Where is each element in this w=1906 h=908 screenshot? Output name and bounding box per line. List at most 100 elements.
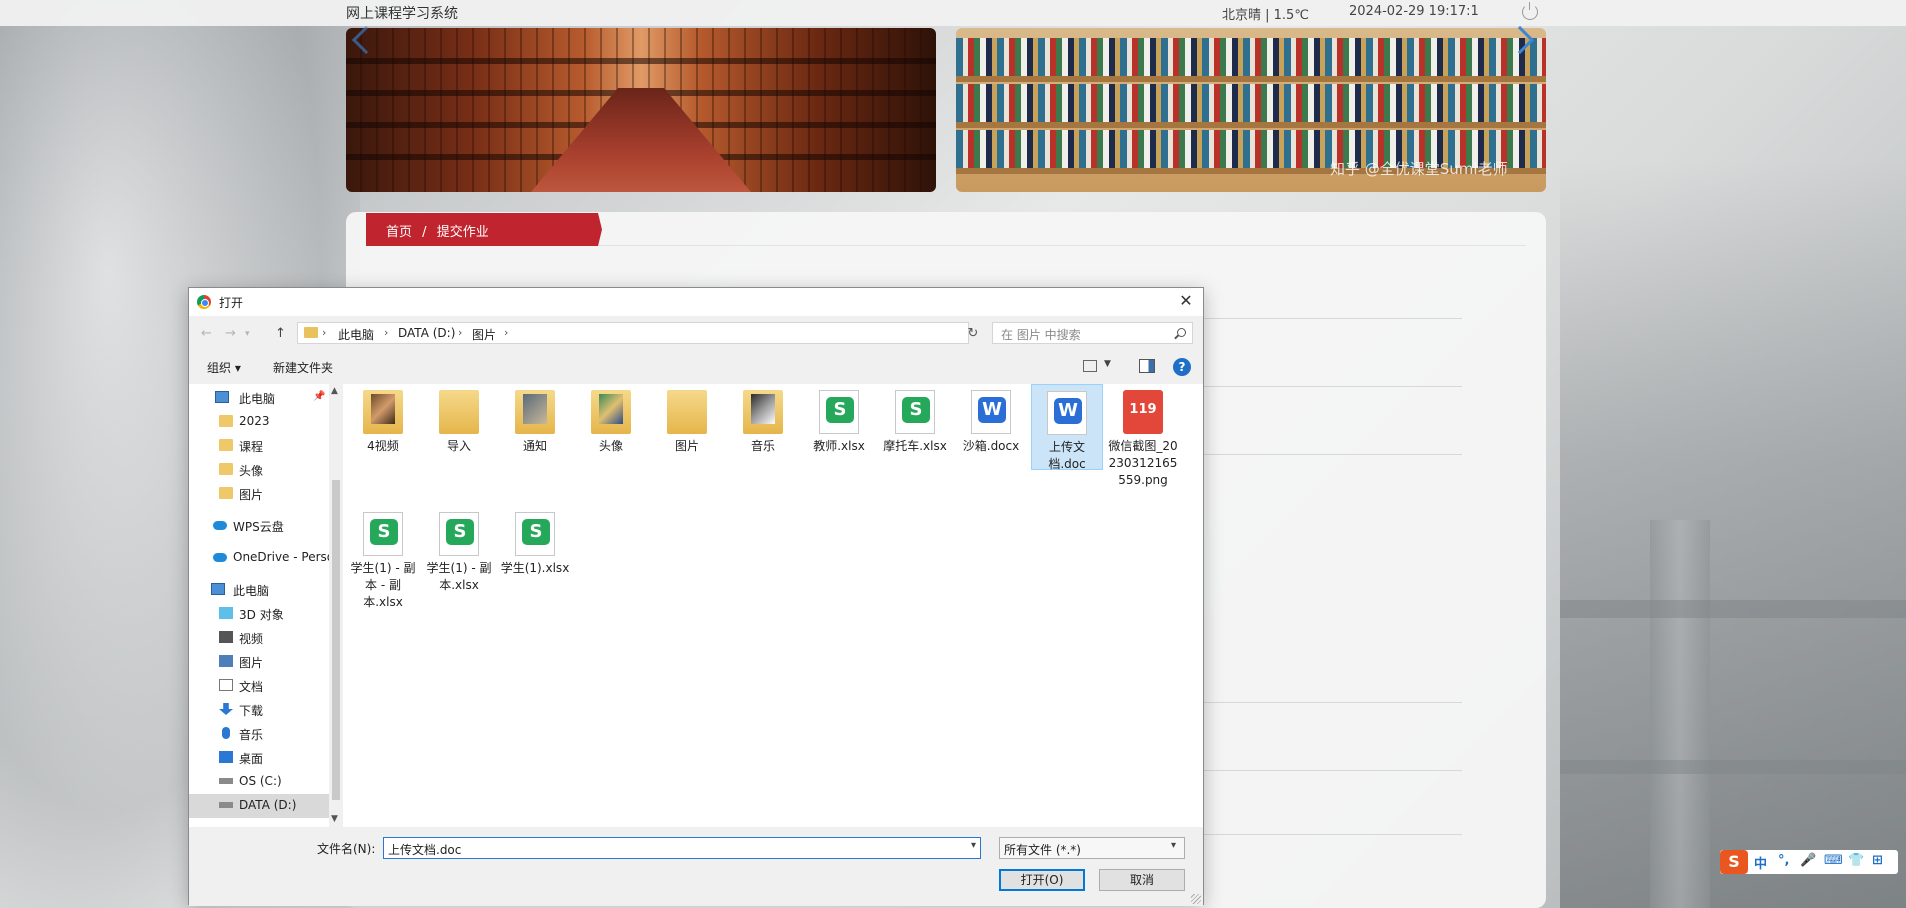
word-document-icon: W [971, 390, 1011, 434]
up-arrow-icon[interactable]: ↑ [275, 326, 286, 341]
sidebar-item-courses[interactable]: 课程 [189, 434, 329, 458]
sidebar-item-documents[interactable]: 文档 [189, 674, 329, 698]
sidebar-item-3d-objects[interactable]: 3D 对象 [189, 602, 329, 626]
form-divider [1200, 702, 1462, 703]
sidebar-item-label: 3D 对象 [239, 608, 284, 622]
chevron-right-icon[interactable]: › [384, 326, 388, 339]
sidebar-item-label: OS (C:) [239, 774, 282, 788]
power-icon[interactable] [1522, 2, 1538, 20]
skin-icon[interactable]: 👕 [1848, 853, 1864, 868]
file-item-document[interactable]: W 沙箱.docx [955, 384, 1027, 455]
file-item-folder[interactable]: 图片 [651, 384, 723, 455]
file-item-image[interactable]: 119 微信截图_20230312165559.png [1107, 384, 1179, 489]
folder-icon [743, 390, 783, 434]
file-item-spreadsheet[interactable]: S 学生(1).xlsx [499, 506, 571, 577]
breadcrumb-home[interactable]: 首页 [386, 225, 412, 240]
file-type-select[interactable]: 所有文件 (*.*) [999, 837, 1185, 859]
scrollbar-thumb[interactable] [332, 480, 340, 800]
resize-grip[interactable] [1191, 894, 1201, 904]
scroll-down-icon[interactable]: ▼ [331, 814, 338, 824]
search-icon[interactable] [1177, 328, 1186, 337]
toolbox-icon[interactable]: ⊞ [1872, 853, 1883, 868]
sidebar-item-os-c[interactable]: OS (C:) [189, 770, 329, 794]
spreadsheet-icon: S [363, 512, 403, 556]
file-list: 4视频 导入 通知 头像 图片 音乐 S 教师.xlsx S 摩托车.xlsx [343, 384, 1203, 827]
file-item-spreadsheet[interactable]: S 学生(1) - 副本 - 副本.xlsx [347, 506, 419, 611]
organize-button[interactable]: 组织 ▾ [207, 359, 241, 376]
sidebar-item-onedrive[interactable]: OneDrive - Perso [189, 546, 334, 570]
address-bar[interactable]: › 此电脑 › DATA (D:) › 图片 › ▾ [297, 322, 1055, 344]
file-item-folder[interactable]: 通知 [499, 384, 571, 455]
address-segment[interactable]: DATA (D:) [398, 326, 455, 340]
sidebar-item-downloads[interactable]: 下载 [189, 698, 329, 722]
recent-dropdown-icon[interactable]: ▾ [245, 329, 250, 339]
help-icon[interactable]: ? [1173, 358, 1191, 376]
file-item-spreadsheet[interactable]: S 教师.xlsx [803, 384, 875, 455]
sidebar-item-label: 此电脑 [239, 392, 276, 406]
cancel-button[interactable]: 取消 [1099, 869, 1185, 891]
microphone-icon[interactable]: 🎤 [1800, 853, 1816, 868]
file-type-dropdown-icon[interactable]: ▾ [1171, 840, 1176, 851]
file-item-folder[interactable]: 导入 [423, 384, 495, 455]
sidebar-item-pictures[interactable]: 图片 [189, 650, 329, 674]
file-item-document-selected[interactable]: W 上传文档.doc [1031, 384, 1103, 471]
close-icon[interactable]: ✕ [1177, 292, 1195, 310]
ime-language-toggle[interactable]: 中 [1754, 853, 1767, 872]
sogou-logo-icon[interactable]: S [1720, 850, 1748, 874]
chrome-icon [197, 295, 211, 309]
sidebar-item-wps-cloud[interactable]: WPS云盘 [189, 514, 329, 538]
background-pavilion [1560, 160, 1906, 908]
view-dropdown-icon[interactable]: ▼ [1104, 359, 1111, 369]
sidebar-item-music[interactable]: 音乐 [189, 722, 329, 746]
chevron-right-icon[interactable]: › [322, 326, 326, 339]
filename-dropdown-icon[interactable]: ▾ [971, 840, 976, 851]
file-item-spreadsheet[interactable]: S 学生(1) - 副本.xlsx [423, 506, 495, 594]
spreadsheet-icon: S [439, 512, 479, 556]
word-document-icon: W [1047, 391, 1087, 435]
scroll-up-icon[interactable]: ▲ [331, 386, 338, 396]
back-arrow-icon[interactable]: ← [201, 326, 212, 341]
filename-input[interactable]: 上传文档.doc [383, 837, 981, 859]
view-options-icon[interactable] [1083, 360, 1097, 372]
sidebar-item-this-pc[interactable]: 此电脑 [189, 578, 329, 602]
new-folder-button[interactable]: 新建文件夹 [273, 359, 333, 376]
file-item-folder[interactable]: 音乐 [727, 384, 799, 455]
watermark-text: 知乎 @全优课堂Sumi老师 [1330, 160, 1508, 178]
preview-pane-icon[interactable] [1139, 359, 1155, 373]
address-segment[interactable]: 图片 [472, 326, 496, 343]
sidebar-item-label: 头像 [239, 464, 264, 478]
forward-arrow-icon[interactable]: → [225, 326, 236, 341]
sidebar-item-videos[interactable]: 视频 [189, 626, 329, 650]
sidebar-item-this-pc[interactable]: 此电脑 📌 [189, 386, 329, 410]
navigation-scrollbar[interactable]: ▲ ▼ [329, 384, 343, 827]
background-pillar [1650, 520, 1710, 908]
sidebar-item-2023[interactable]: 2023 [189, 410, 329, 434]
file-item-spreadsheet[interactable]: S 摩托车.xlsx [879, 384, 951, 455]
search-input[interactable]: 在 图片 中搜索 [992, 322, 1193, 344]
sidebar-item-data-d[interactable]: DATA (D:) [189, 794, 329, 818]
keyboard-icon[interactable]: ⌨ [1824, 853, 1843, 868]
cloud-icon [213, 521, 227, 530]
computer-icon [215, 391, 229, 403]
sidebar-item-desktop[interactable]: 桌面 [189, 746, 329, 770]
chevron-right-icon[interactable]: › [458, 326, 462, 339]
refresh-icon[interactable]: ↻ [965, 326, 981, 342]
file-item-folder[interactable]: 头像 [575, 384, 647, 455]
chevron-right-icon[interactable]: › [504, 326, 508, 339]
form-divider [1200, 770, 1462, 771]
navigation-row: ← → ▾ ↑ › 此电脑 › DATA (D:) › 图片 › ▾ ↻ 在 图… [189, 316, 1203, 350]
address-segment[interactable]: 此电脑 [338, 326, 374, 343]
ime-punctuation-toggle[interactable]: °, [1778, 853, 1789, 868]
breadcrumb-separator: / [422, 225, 427, 240]
form-divider [1200, 386, 1462, 387]
drive-icon [219, 802, 233, 808]
cloud-icon [213, 553, 227, 562]
file-item-folder[interactable]: 4视频 [347, 384, 419, 455]
sidebar-item-pictures-folder[interactable]: 图片 [189, 482, 329, 506]
ime-toolbar: S 中 °, 🎤 ⌨ 👕 ⊞ [1720, 850, 1898, 874]
folder-icon [219, 439, 233, 451]
sidebar-item-avatar[interactable]: 头像 [189, 458, 329, 482]
open-button[interactable]: 打开(O) [999, 869, 1085, 891]
pin-icon[interactable]: 📌 [313, 392, 325, 402]
dialog-titlebar: 打开 ✕ [189, 288, 1203, 316]
